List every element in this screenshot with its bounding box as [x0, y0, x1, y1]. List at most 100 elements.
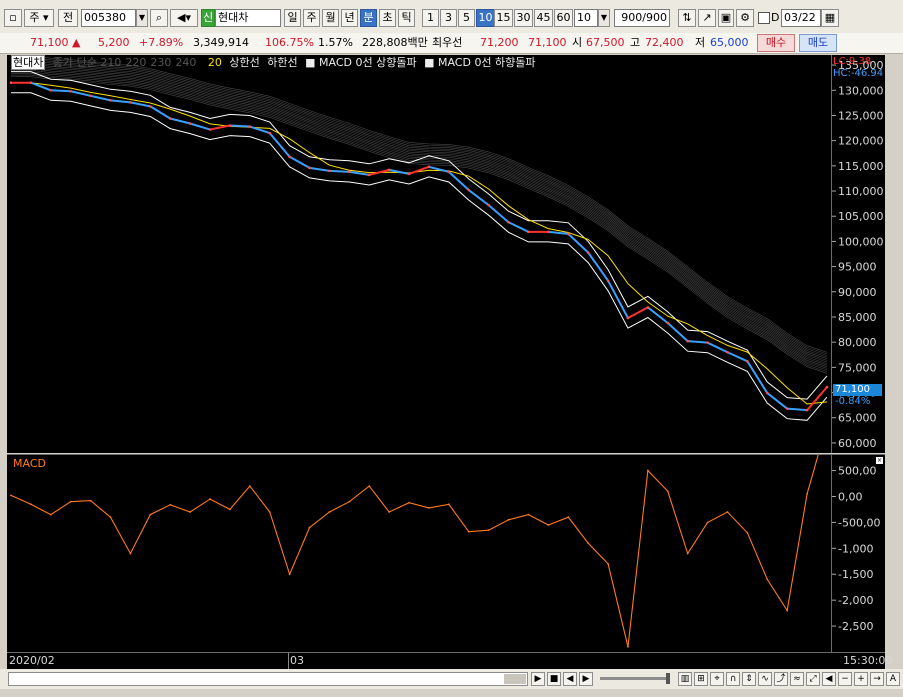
speed-slider-handle[interactable] [666, 673, 670, 684]
wave-icon[interactable]: ≈ [790, 672, 804, 686]
candle-icon[interactable]: ⇕ [742, 672, 756, 686]
interval-input[interactable]: 10 [574, 9, 598, 27]
price-chart-pane[interactable]: 현대차 종가 단순 210 220 230 240 20 상한선 하한선 ■ MACD… [7, 55, 831, 453]
macd-point [129, 552, 132, 555]
date-checkbox[interactable] [758, 12, 770, 24]
interval-tab[interactable]: 10 [476, 9, 495, 27]
price-point [467, 188, 471, 192]
ma-legend-label: 종가 단순 [52, 56, 97, 69]
macd-point [248, 485, 251, 488]
price-tick-label: 80,000 [838, 336, 877, 349]
interval-tab[interactable]: 1 [422, 9, 439, 27]
scroll-left-icon[interactable]: ◀ [822, 672, 836, 686]
priority-label: 최우선 [432, 36, 463, 49]
macd-label: MACD [13, 457, 46, 470]
gear-icon[interactable]: ⚙ [736, 9, 754, 27]
open-label: 시 [572, 36, 583, 49]
chart-window-icon[interactable]: ▫ [4, 9, 22, 27]
speaker-icon[interactable]: ◀▾ [170, 9, 198, 27]
period-tab[interactable]: 년 [341, 9, 358, 27]
date-mid-label: 03 [290, 654, 304, 667]
period-tab[interactable]: 월 [322, 9, 339, 27]
price-point [129, 101, 132, 104]
ma-period-label: 240 [175, 56, 197, 69]
chart-legend-stock-tag[interactable]: 현대차 [11, 55, 46, 70]
interval-tab[interactable]: 3 [440, 9, 457, 27]
signal-down-legend: ■ MACD 0선 하향돌파 [424, 56, 536, 69]
stop-icon[interactable]: ■ [547, 672, 561, 686]
lc-readout: LC:9.38 [833, 56, 872, 67]
all-button[interactable]: 전 [58, 9, 78, 27]
price-tick-label: 120,000 [838, 135, 884, 148]
interval-tab[interactable]: 15 [494, 9, 513, 27]
sell-button[interactable]: 매도 [799, 34, 837, 52]
interval-tab[interactable]: 30 [514, 9, 533, 27]
macd-point [229, 508, 231, 511]
magnet-icon[interactable]: ∩ [726, 672, 740, 686]
pattern-icon[interactable]: ∿ [758, 672, 772, 686]
draw-tool-icon[interactable]: ↗ [698, 9, 716, 27]
interval-tab[interactable]: 5 [458, 9, 475, 27]
low-price: 65,000 [710, 36, 749, 49]
stock-code-dropdown-icon[interactable]: ▼ [136, 9, 148, 27]
ma-envelope-line [11, 63, 828, 361]
interval-tab[interactable]: 60 [554, 9, 573, 27]
period-tab[interactable]: 분 [360, 9, 377, 27]
price-point [109, 99, 112, 102]
macd-point [527, 513, 530, 516]
pane-close-icon[interactable]: × [876, 457, 883, 464]
bar-count-field[interactable]: 900/900 [614, 9, 670, 27]
price-tick-label: 85,000 [838, 311, 877, 324]
price-point [29, 81, 33, 85]
stock-name-field[interactable]: 현대차 [215, 9, 281, 27]
horizontal-scrollbar[interactable] [8, 672, 528, 686]
macd-tick-label: 500,00 [838, 465, 877, 478]
lower-band-line [11, 92, 828, 421]
grid-icon[interactable]: ⊞ [694, 672, 708, 686]
bar-chart-icon[interactable]: ▥ [678, 672, 692, 686]
scrollbar-thumb[interactable] [504, 674, 526, 684]
trend-icon[interactable]: ⤴ [774, 672, 788, 686]
macd-point [766, 578, 769, 581]
macd-point [388, 511, 391, 513]
fit-all-icon[interactable]: → [870, 672, 884, 686]
zoom-in-icon[interactable]: + [854, 672, 868, 686]
price-change: 5,200 [98, 36, 130, 49]
zoom-fit-icon[interactable]: ⤢ [806, 672, 820, 686]
stock-code-input[interactable]: 005380 [81, 9, 136, 27]
auto-scale-button[interactable]: A [886, 672, 900, 686]
price-tick-label: 75,000 [838, 361, 877, 374]
period-tab[interactable]: 주 [303, 9, 320, 27]
candle-settings-icon[interactable]: ⇅ [678, 9, 696, 27]
price-segment [169, 117, 191, 125]
price-point [407, 172, 411, 176]
ma-envelope-line [11, 69, 828, 368]
speed-slider[interactable] [600, 673, 670, 684]
buy-button[interactable]: 매수 [757, 34, 795, 52]
price-point [626, 316, 630, 320]
cursor-icon[interactable]: ⌖ [710, 672, 724, 686]
interval-tab[interactable]: 45 [534, 9, 553, 27]
macd-point [69, 500, 72, 503]
ma-legend: 종가 단순 210 220 230 240 [53, 56, 200, 69]
calendar-icon[interactable]: ▦ [821, 9, 839, 27]
period-tab[interactable]: 틱 [398, 9, 415, 27]
step-back-icon[interactable]: ◀ [563, 672, 577, 686]
price-point [606, 279, 610, 283]
zoom-out-icon[interactable]: − [838, 672, 852, 686]
market-type-select[interactable]: 주 ▾ [24, 9, 54, 27]
period-tab[interactable]: 초 [379, 9, 396, 27]
trade-amount: 228,808백만 [362, 36, 428, 49]
date-input[interactable]: 03/22 [781, 9, 821, 27]
save-icon[interactable]: ▣ [718, 9, 734, 27]
play-icon[interactable]: ▶ [531, 672, 545, 686]
price-axis: 135,000 130,000 125,000 120,000 115,000 110,0… [831, 55, 885, 453]
period-tab[interactable]: 일 [284, 9, 301, 27]
interval-dropdown-icon[interactable]: ▼ [598, 9, 610, 27]
best-ask: 71,200 [480, 36, 519, 49]
step-forward-icon[interactable]: ▶ [579, 672, 593, 686]
price-point [686, 339, 689, 343]
search-icon[interactable]: ⌕ [150, 9, 168, 27]
price-point [527, 230, 530, 234]
macd-pane[interactable]: MACD [7, 422, 831, 652]
